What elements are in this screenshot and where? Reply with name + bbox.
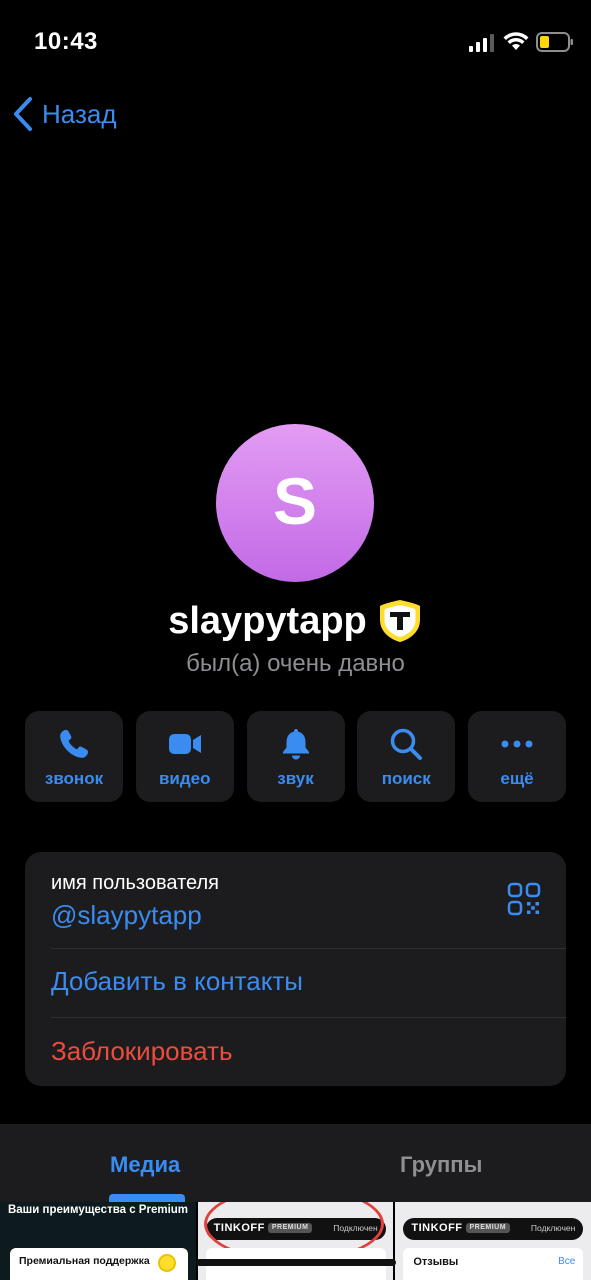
qr-code-icon[interactable] <box>507 882 541 916</box>
search-label: поиск <box>381 769 431 788</box>
more-button[interactable]: ещё <box>468 711 566 802</box>
search-icon <box>391 728 423 760</box>
profile-name: slaypytapp <box>168 599 367 642</box>
all-link: Все <box>558 1256 576 1267</box>
sound-label: звук <box>277 769 314 788</box>
media-thumbnail[interactable]: TINKOFF PREMIUM Подключен <box>197 1202 394 1280</box>
active-tab-indicator <box>109 1194 185 1202</box>
info-card: имя пользователя @slaypytapp Добавить в … <box>25 852 566 1086</box>
status-time: 10:43 <box>34 28 98 55</box>
phone-icon <box>60 729 89 758</box>
thumbnail-card: Премиальная поддержка <box>10 1248 188 1280</box>
tinkoff-name: TINKOFF PREMIUM <box>411 1222 511 1234</box>
back-label: Назад <box>42 98 117 129</box>
tinkoff-logo-icon <box>158 1254 176 1272</box>
home-indicator[interactable] <box>196 1259 396 1266</box>
avatar[interactable]: S <box>216 424 374 582</box>
video-label: видео <box>158 769 211 788</box>
username-value[interactable]: @slaypytapp <box>51 900 202 931</box>
search-button[interactable]: поиск <box>357 711 456 802</box>
video-call-button[interactable]: видео <box>135 711 234 802</box>
divider <box>51 1017 566 1018</box>
shared-content-tabs: Медиа Группы <box>0 1124 591 1202</box>
media-thumbnail[interactable]: Ваши преимущества с Premium Премиальная … <box>0 1202 196 1280</box>
tab-groups[interactable]: Группы <box>400 1152 482 1178</box>
battery-icon <box>536 32 573 52</box>
call-button[interactable]: звонок <box>25 711 123 802</box>
chevron-left-icon <box>14 97 32 131</box>
tinkoff-wordmark: TINKOFF <box>411 1222 463 1234</box>
call-label: звонок <box>44 769 104 788</box>
video-icon <box>168 734 201 754</box>
thumbnail-title: Ваши преимущества с Premium <box>7 1204 189 1216</box>
media-grid: Ваши преимущества с Premium Премиальная … <box>0 1202 591 1280</box>
divider <box>51 948 566 949</box>
reviews-label: Отзывы <box>413 1256 459 1268</box>
action-buttons: звонок видео звук поиск ещё <box>25 711 566 802</box>
wifi-icon <box>503 32 529 50</box>
username-section[interactable]: имя пользователя @slaypytapp <box>25 852 566 948</box>
tab-media[interactable]: Медиа <box>110 1152 180 1178</box>
media-thumbnail[interactable]: TINKOFF PREMIUM Подключен Отзывы Все <box>395 1202 591 1280</box>
username-caption: имя пользователя <box>51 872 219 894</box>
profile-name-row: slaypytapp <box>0 598 591 644</box>
last-seen-status: был(а) очень давно <box>186 650 405 677</box>
more-label: ещё <box>500 769 534 788</box>
status-bar: 10:43 <box>0 0 591 86</box>
sound-button[interactable]: звук <box>246 711 345 802</box>
thumbnail-card: Отзывы Все <box>403 1248 584 1280</box>
add-to-contacts-button[interactable]: Добавить в контакты <box>51 966 303 997</box>
thumbnail-card-text: Премиальная поддержка <box>19 1255 150 1267</box>
cellular-signal-icon <box>469 34 494 52</box>
block-user-button[interactable]: Заблокировать <box>51 1036 233 1067</box>
back-button[interactable]: Назад <box>10 92 117 136</box>
tinkoff-emoji-status-icon[interactable] <box>377 598 423 644</box>
premium-tag: PREMIUM <box>465 1223 511 1234</box>
bell-icon <box>282 729 309 760</box>
more-icon <box>501 740 533 748</box>
avatar-initial: S <box>272 464 318 538</box>
tinkoff-premium-bar: TINKOFF PREMIUM Подключен <box>403 1218 584 1240</box>
connected-label: Подключен <box>530 1223 576 1233</box>
